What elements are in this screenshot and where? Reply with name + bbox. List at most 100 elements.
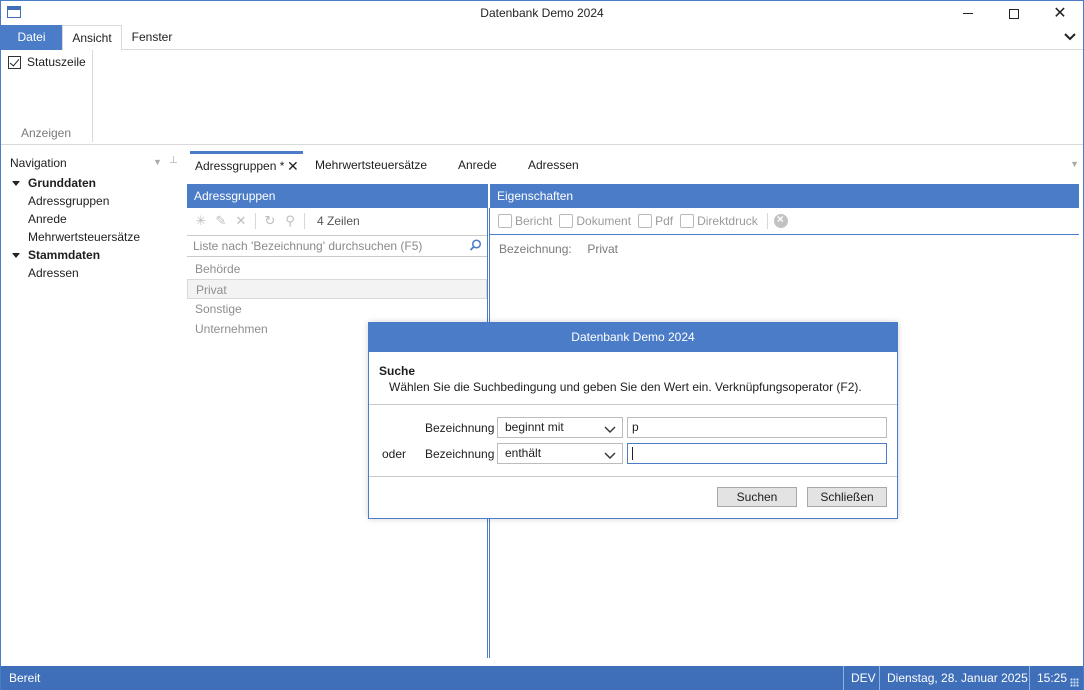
dialog-title: Datenbank Demo 2024 [369, 323, 897, 352]
minimize-button[interactable] [945, 1, 991, 26]
close-tab-icon[interactable]: ✕ [287, 154, 299, 178]
field-label: Bezeichnung [425, 421, 495, 435]
tab-datei[interactable]: Datei [1, 25, 62, 50]
suchen-button[interactable]: Suchen [717, 487, 797, 507]
condition-select-2[interactable]: enthält [497, 443, 623, 464]
nav-item-adressgruppen[interactable]: Adressgruppen [1, 192, 183, 210]
search-magnifier-icon[interactable]: ⚲ [282, 213, 298, 229]
logical-operator-label[interactable]: oder [382, 447, 406, 461]
toolbar-separator [255, 213, 256, 229]
value-input-2[interactable] [627, 443, 887, 464]
nav-group-stammdaten[interactable]: Stammdaten [1, 246, 183, 264]
chevron-down-icon [604, 448, 616, 467]
delete-x-icon[interactable]: ✕ [233, 213, 249, 229]
value-input-1[interactable]: p [627, 417, 887, 438]
navigation-panel: Navigation ▼ ⊥ Grunddaten Adressgruppen … [1, 151, 183, 661]
direktdruck-label: Direktdruck [697, 214, 758, 228]
expand-caret-icon[interactable] [12, 253, 20, 258]
text-caret [632, 447, 633, 461]
doc-tab-adressgruppen[interactable]: Adressgruppen * ✕ [190, 151, 303, 179]
nav-group-grunddaten[interactable]: Grunddaten [1, 174, 183, 192]
bericht-button[interactable]: Bericht [498, 214, 552, 228]
condition-select-value: enthält [505, 446, 542, 460]
condition-select-value: beginnt mit [505, 420, 564, 434]
refresh-icon[interactable]: ↻ [262, 213, 278, 229]
ribbon-collapse-button[interactable] [1063, 29, 1077, 43]
tab-fenster[interactable]: Fenster [122, 25, 182, 50]
dialog-header-section: Suche Wählen Sie die Suchbedingung und g… [369, 352, 897, 405]
navigation-header: Navigation [10, 156, 67, 170]
maximize-icon [1009, 8, 1019, 19]
nav-item-adressen[interactable]: Adressen [1, 264, 183, 282]
statuszeile-toggle[interactable]: Statuszeile [8, 55, 86, 69]
pdf-icon [638, 214, 653, 228]
report-icon [498, 214, 512, 228]
direktdruck-button[interactable]: Direktdruck [680, 214, 758, 228]
environment-badge: DEV [843, 666, 879, 690]
dialog-description: Wählen Sie die Suchbedingung und geben S… [389, 380, 862, 394]
close-icon: ✕ [1053, 4, 1067, 22]
search-dialog: Datenbank Demo 2024 Suche Wählen Sie die… [368, 322, 898, 519]
dialog-heading: Suche [379, 364, 416, 378]
chevron-down-icon [1064, 33, 1076, 41]
status-text: Bereit [9, 671, 41, 685]
close-window-button[interactable]: ✕ [1037, 1, 1083, 26]
list-search-box[interactable] [187, 235, 487, 257]
window-title: Datenbank Demo 2024 [480, 6, 604, 20]
list-item[interactable]: Privat [187, 279, 487, 299]
chevron-down-icon [604, 422, 616, 441]
maximize-button[interactable] [991, 1, 1037, 26]
doc-tab-mehrwertsteuersaetze[interactable]: Mehrwertsteuersätze [315, 151, 427, 179]
condition-row-1: Bezeichnung beginnt mit p [369, 417, 897, 439]
pin-icon[interactable]: ⊥ [169, 155, 178, 166]
statuszeile-checkbox[interactable] [8, 55, 21, 69]
ribbon-group-label: Anzeigen [20, 126, 72, 140]
panel-menu-icon[interactable]: ▼ [153, 157, 162, 167]
tab-ansicht[interactable]: Ansicht [62, 25, 122, 51]
new-record-icon[interactable]: ✳ [193, 213, 209, 229]
schliessen-button[interactable]: Schließen [807, 487, 887, 507]
doc-tab-adressen[interactable]: Adressen [528, 151, 579, 179]
list-item[interactable]: Sonstige [187, 299, 487, 319]
toolbar-separator [766, 213, 768, 229]
search-icon[interactable] [469, 239, 482, 255]
pdf-label: Pdf [655, 214, 674, 228]
cancel-circle-icon[interactable] [773, 212, 788, 228]
nav-item-mehrwertsteuersaetze[interactable]: Mehrwertsteuersätze [1, 228, 183, 246]
app-window: Datenbank Demo 2024 ✕ Datei Ansicht Fens… [0, 0, 1084, 690]
status-date: Dienstag, 28. Januar 2025 [879, 666, 1029, 690]
document-tabs: Adressgruppen * ✕ Mehrwertsteuersätze An… [188, 151, 1081, 179]
edit-pencil-icon[interactable]: ✎ [213, 213, 229, 229]
expand-caret-icon[interactable] [12, 181, 20, 186]
list-search-input[interactable] [187, 236, 457, 256]
dialog-footer-divider [369, 476, 897, 477]
pdf-button[interactable]: Pdf [638, 214, 673, 228]
adressgruppen-panel-header: Adressgruppen [187, 184, 487, 208]
document-icon [559, 214, 574, 228]
ribbon-body: Statuszeile Anzeigen [1, 50, 1083, 145]
condition-select-1[interactable]: beginnt mit [497, 417, 623, 438]
field-label: Bezeichnung [425, 447, 495, 461]
doc-tab-anrede[interactable]: Anrede [458, 151, 497, 179]
grid-toolbar: ✳ ✎ ✕ ↻ ⚲ 4 Zeilen [187, 208, 487, 234]
nav-item-anrede[interactable]: Anrede [1, 210, 183, 228]
dokument-label: Dokument [576, 214, 632, 228]
tab-list-menu-icon[interactable]: ▼ [1070, 159, 1079, 169]
bericht-label: Bericht [515, 214, 553, 228]
property-row-bezeichnung: Bezeichnung: Privat [499, 242, 618, 256]
eigenschaften-panel-header: Eigenschaften [490, 184, 1079, 208]
ribbon-tabs: Datei Ansicht Fenster [1, 25, 1083, 51]
navigation-tree: Grunddaten Adressgruppen Anrede Mehrwert… [1, 174, 183, 282]
resize-grip-icon[interactable] [1070, 678, 1079, 687]
minimize-icon [963, 13, 973, 14]
status-bar: Bereit DEV Dienstag, 28. Januar 2025 15:… [1, 666, 1083, 690]
ribbon-group-anzeigen: Statuszeile Anzeigen [1, 50, 93, 142]
toolbar-separator [304, 213, 305, 229]
dokument-button[interactable]: Dokument [559, 214, 631, 228]
condition-row-2: oder Bezeichnung enthält [369, 443, 897, 465]
status-time: 15:25 [1029, 666, 1069, 690]
doc-tab-label: Adressgruppen * [195, 159, 285, 173]
list-item[interactable]: Behörde [187, 259, 487, 279]
properties-toolbar: Bericht Dokument Pdf Direktdruck [490, 208, 1079, 235]
row-count: 4 Zeilen [317, 214, 360, 228]
